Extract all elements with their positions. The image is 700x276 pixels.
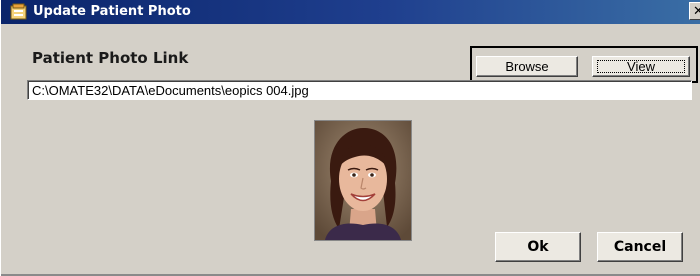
view-button[interactable]: View bbox=[592, 56, 690, 77]
ok-button[interactable]: Ok bbox=[495, 232, 581, 262]
title-bar[interactable]: Update Patient Photo ✕ bbox=[1, 0, 700, 24]
patient-photo-icon bbox=[315, 121, 411, 240]
patient-photo bbox=[314, 120, 412, 241]
focus-rectangle bbox=[597, 60, 685, 73]
browse-button[interactable]: Browse bbox=[476, 56, 578, 77]
photo-link-label: Patient Photo Link bbox=[32, 49, 189, 67]
photo-path-input[interactable] bbox=[27, 80, 692, 100]
update-patient-photo-dialog: Update Patient Photo ✕ Patient Photo Lin… bbox=[0, 0, 700, 276]
app-icon bbox=[10, 3, 28, 21]
close-icon[interactable]: ✕ bbox=[689, 2, 700, 20]
cancel-button[interactable]: Cancel bbox=[597, 232, 683, 262]
window-title: Update Patient Photo bbox=[33, 4, 191, 19]
